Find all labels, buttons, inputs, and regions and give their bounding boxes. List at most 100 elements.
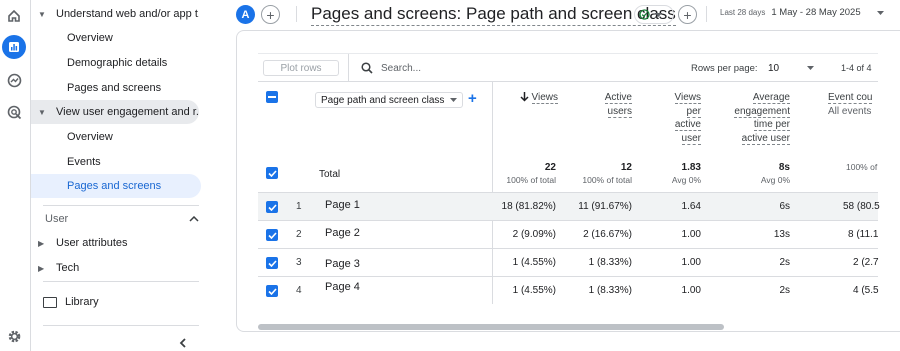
sidebar-item-library[interactable]: Library bbox=[43, 290, 193, 314]
search-icon bbox=[361, 62, 373, 74]
row-dimension-value[interactable]: Page 4 bbox=[325, 273, 360, 300]
date-range-picker[interactable]: Last 28 days 1 May - 28 May 2025 bbox=[720, 7, 884, 18]
caret-down-icon bbox=[876, 10, 884, 15]
sidebar-item-pages-and-screens[interactable]: Pages and screens bbox=[67, 76, 199, 100]
table-row[interactable]: 4 Page 4 1 (4.55%) 1 (8.33%) 1.00 2s 4 (… bbox=[258, 273, 879, 304]
add-dimension-icon[interactable]: + bbox=[468, 90, 477, 107]
date-range-value: 1 May - 28 May 2025 bbox=[771, 7, 861, 18]
column-header-sub: All events bbox=[828, 105, 872, 117]
column-header-average-engagement-time[interactable]: Average engagement time per active user bbox=[708, 91, 790, 145]
column-header-label: Average bbox=[752, 92, 790, 104]
column-header-label: Views bbox=[531, 92, 558, 104]
plot-rows-button[interactable]: Plot rows bbox=[263, 60, 339, 76]
row-checkbox[interactable] bbox=[266, 285, 278, 297]
advertising-icon[interactable] bbox=[4, 102, 24, 122]
collapse-chevron-left-icon[interactable] bbox=[179, 338, 186, 348]
cell-active-users: 1 (8.33%) bbox=[588, 257, 632, 268]
cell-event-count: 8 (11.1 bbox=[848, 229, 879, 240]
check-icon bbox=[267, 169, 277, 177]
cell-engagement-time: 2s bbox=[779, 257, 790, 268]
column-header-label: Event cou bbox=[828, 92, 873, 104]
sidebar-item-demographic-details[interactable]: Demographic details bbox=[67, 51, 199, 75]
cell-event-count: 2 (2.7 bbox=[853, 257, 879, 268]
column-header-label: active bbox=[674, 119, 701, 131]
report-table: Plot rows Rows per page: 10 1-4 of 4 Pag… bbox=[258, 53, 880, 323]
nav-rail bbox=[0, 0, 31, 351]
rows-per-page-value: 10 bbox=[768, 62, 780, 74]
caret-right-icon: ▶ bbox=[38, 263, 45, 273]
row-dimension-value[interactable]: Page 1 bbox=[325, 191, 360, 218]
column-header-label: engagement bbox=[734, 105, 790, 118]
column-header-label: time per bbox=[753, 119, 790, 131]
total-pct: 100% of total bbox=[506, 175, 556, 185]
table-row[interactable]: 3 Page 3 1 (4.55%) 1 (8.33%) 1.00 2s 2 (… bbox=[258, 248, 879, 276]
table-row[interactable]: 1 Page 1 18 (81.82%) 11 (91.67%) 1.64 6s… bbox=[258, 191, 880, 220]
total-active-users: 12 100% of total bbox=[568, 161, 632, 187]
sidebar-item-events[interactable]: Events bbox=[67, 150, 199, 174]
row-checkbox[interactable] bbox=[266, 257, 278, 269]
cell-active-users: 2 (16.67%) bbox=[583, 229, 632, 240]
column-header-label: Views bbox=[674, 92, 701, 104]
row-checkbox[interactable] bbox=[266, 229, 278, 241]
check-icon bbox=[267, 203, 277, 211]
cell-event-count: 58 (80.5 bbox=[843, 201, 880, 212]
sidebar-item-label: Overview bbox=[67, 32, 113, 44]
cell-views: 1 (4.55%) bbox=[512, 285, 556, 296]
sidebar-section-understand[interactable]: ▼ Understand web and/or app t... bbox=[31, 2, 199, 26]
horizontal-scrollbar[interactable] bbox=[258, 324, 724, 330]
column-header-active-users[interactable]: Active users bbox=[568, 91, 632, 118]
cell-views-per-user: 1.00 bbox=[681, 257, 701, 268]
row-index: 2 bbox=[296, 229, 302, 240]
caret-down-icon bbox=[450, 98, 457, 102]
total-views-per-user: 1.83 Avg 0% bbox=[642, 161, 701, 187]
sidebar-item-overview[interactable]: Overview bbox=[67, 26, 199, 50]
select-total-checkbox[interactable] bbox=[266, 167, 278, 179]
status-dropdown[interactable] bbox=[634, 5, 674, 24]
sidebar-section-label: Understand web and/or app t... bbox=[56, 8, 199, 20]
reports-icon[interactable] bbox=[2, 35, 26, 59]
check-circle-icon bbox=[639, 9, 650, 20]
sidebar-item-pages-and-screens-active[interactable]: Pages and screens bbox=[31, 174, 201, 198]
total-pct: 100% of total bbox=[582, 175, 632, 185]
column-header-label: user bbox=[681, 132, 701, 145]
sidebar-item-label: Events bbox=[67, 156, 101, 168]
column-header-event-count[interactable]: Event cou All events bbox=[828, 91, 898, 118]
search-input[interactable] bbox=[381, 62, 561, 74]
header-divider bbox=[296, 6, 297, 22]
dimension-select[interactable]: Page path and screen class bbox=[315, 92, 463, 108]
avatar[interactable]: A bbox=[236, 5, 255, 24]
cell-engagement-time: 13s bbox=[773, 229, 790, 240]
total-value: 8s bbox=[778, 162, 790, 173]
sidebar-item-user-attributes[interactable]: ▶ User attributes bbox=[31, 231, 199, 255]
page-title: Pages and screens: Page path and screen … bbox=[311, 3, 676, 26]
row-dimension-value[interactable]: Page 2 bbox=[325, 219, 360, 246]
search-box[interactable] bbox=[348, 54, 588, 82]
explore-icon[interactable] bbox=[4, 70, 24, 90]
add-card-icon[interactable]: + bbox=[678, 5, 697, 24]
column-header-views[interactable]: Views bbox=[498, 91, 558, 105]
rows-per-page-select[interactable]: 10 bbox=[768, 59, 814, 77]
folder-icon bbox=[43, 296, 57, 308]
home-icon[interactable] bbox=[4, 6, 24, 26]
settings-icon[interactable] bbox=[4, 326, 24, 346]
cell-views-per-user: 1.00 bbox=[681, 229, 701, 240]
chevron-up-icon bbox=[189, 216, 199, 222]
cell-event-count: 4 (5.5 bbox=[853, 285, 879, 296]
select-all-checkbox[interactable] bbox=[266, 91, 278, 103]
sidebar-item-tech[interactable]: ▶ Tech bbox=[31, 256, 199, 280]
column-header-views-per-active-user[interactable]: Views per active user bbox=[642, 91, 701, 145]
column-header-label: per bbox=[686, 105, 701, 118]
table-row[interactable]: 2 Page 2 2 (9.09%) 2 (16.67%) 1.00 13s 8… bbox=[258, 220, 878, 248]
column-header-label: active user bbox=[741, 132, 790, 145]
cell-views: 2 (9.09%) bbox=[512, 229, 556, 240]
report-table-card: Plot rows Rows per page: 10 1-4 of 4 Pag… bbox=[236, 30, 900, 332]
sidebar-item-engagement-overview[interactable]: Overview bbox=[67, 125, 199, 149]
sidebar-section-engagement[interactable]: ▼ View user engagement and r... bbox=[31, 100, 199, 124]
sidebar-user-header[interactable]: User bbox=[45, 207, 199, 231]
row-checkbox[interactable] bbox=[266, 201, 278, 213]
total-views: 22 100% of total bbox=[498, 161, 556, 187]
total-value: 12 bbox=[620, 162, 632, 173]
sidebar-divider bbox=[43, 281, 199, 282]
add-comparison-icon[interactable]: + bbox=[261, 5, 280, 24]
sidebar-divider bbox=[43, 325, 199, 326]
